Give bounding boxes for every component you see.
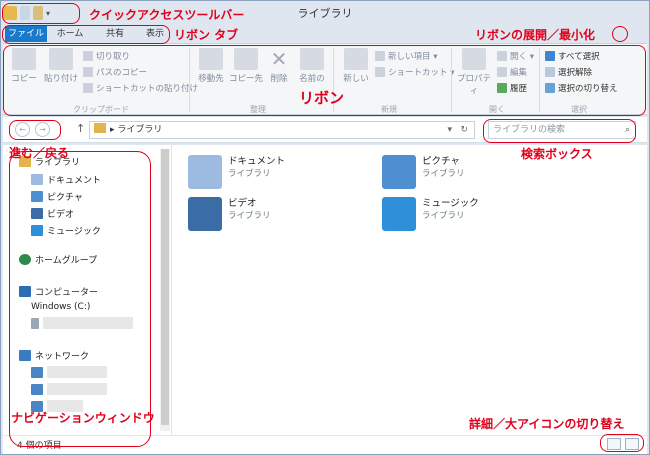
pictures-icon xyxy=(382,155,416,189)
annotation-ribbon-toggle: リボンの展開／最小化 xyxy=(475,28,596,42)
refresh-icon[interactable]: ↻ xyxy=(460,122,468,138)
address-field[interactable]: ▸ ライブラリ ▾ ↻ xyxy=(89,121,475,139)
view-toggle-highlight xyxy=(600,434,644,452)
annotation-ribbon-tabs: リボン タブ xyxy=(174,28,239,42)
annotation-nav-pane: ナビゲーションウィンドウ xyxy=(11,411,155,425)
tabs-highlight xyxy=(2,25,170,44)
item-type: ライブラリ xyxy=(422,211,465,221)
music-icon xyxy=(382,197,416,231)
navpane-highlight xyxy=(9,151,151,447)
explorer-window: ▾ ライブラリ ファイル ホーム 共有 表示 ∧ ? コピー 貼り付け 切り取り… xyxy=(0,0,650,455)
library-item[interactable]: ピクチャ ライブラリ xyxy=(382,155,465,189)
annotation-ribbon: リボン xyxy=(299,89,345,107)
item-name: ピクチャ xyxy=(422,156,460,167)
library-item[interactable]: ミュージック ライブラリ xyxy=(382,197,479,231)
up-arrow-icon[interactable]: ↑ xyxy=(76,122,85,135)
dropdown-icon[interactable]: ▾ xyxy=(447,122,452,138)
annotation-search: 検索ボックス xyxy=(521,147,593,161)
qat-highlight xyxy=(2,3,80,24)
toggle-highlight xyxy=(612,26,628,42)
item-name: ドキュメント xyxy=(228,156,286,167)
item-name: ビデオ xyxy=(228,198,257,209)
library-item[interactable]: ビデオ ライブラリ xyxy=(188,197,271,231)
breadcrumb[interactable]: ライブラリ xyxy=(117,125,162,135)
item-type: ライブラリ xyxy=(228,211,271,221)
item-type: ライブラリ xyxy=(422,169,465,179)
scrollbar-thumb[interactable] xyxy=(161,149,169,425)
item-type: ライブラリ xyxy=(228,169,271,179)
library-icon xyxy=(94,123,106,133)
annotation-view-toggle: 詳細／大アイコンの切り替え xyxy=(469,417,625,431)
videos-icon xyxy=(188,197,222,231)
content-pane: ドキュメント ライブラリ ピクチャ ライブラリ ビデオ ライブラリ ミュージック ライブ… xyxy=(172,145,647,435)
documents-icon xyxy=(188,155,222,189)
nav-buttons-highlight xyxy=(9,120,61,140)
search-highlight xyxy=(483,119,636,143)
annotation-qat: クイックアクセスツールバー xyxy=(89,8,245,22)
item-name: ミュージック xyxy=(422,198,479,209)
library-item[interactable]: ドキュメント ライブラリ xyxy=(188,155,285,189)
